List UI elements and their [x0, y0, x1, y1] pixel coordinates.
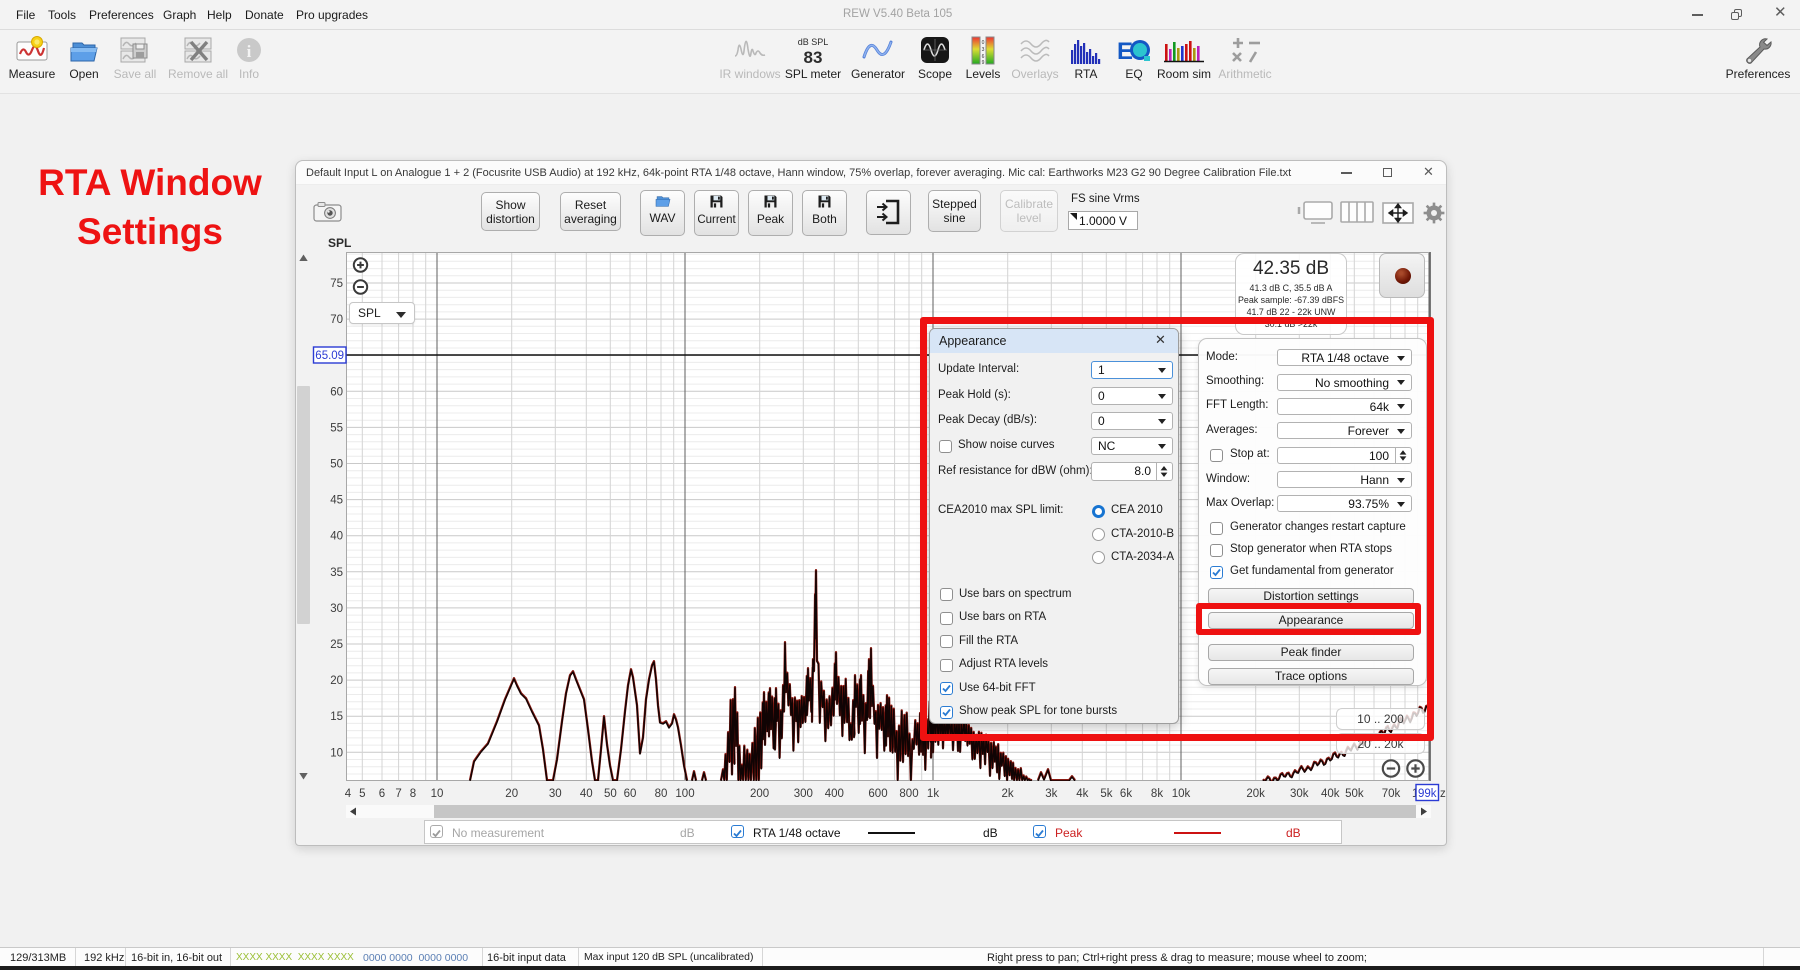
svg-text:10: 10 — [431, 788, 444, 800]
svg-text:20: 20 — [505, 788, 518, 800]
svg-text:55: 55 — [330, 422, 343, 434]
svg-text:60: 60 — [624, 788, 637, 800]
svg-text:30: 30 — [330, 603, 343, 615]
svg-text:70k: 70k — [1382, 788, 1401, 800]
svg-text:20: 20 — [330, 675, 343, 687]
svg-text:75: 75 — [330, 278, 343, 290]
svg-text:4: 4 — [345, 788, 352, 800]
svg-text:300: 300 — [794, 788, 813, 800]
svg-text:5k: 5k — [1100, 788, 1112, 800]
svg-text:15: 15 — [330, 711, 343, 723]
svg-text:40: 40 — [580, 788, 593, 800]
svg-text:99k: 99k — [1418, 788, 1437, 800]
svg-text:20k: 20k — [1246, 788, 1265, 800]
svg-text:600: 600 — [868, 788, 887, 800]
svg-text:800: 800 — [899, 788, 918, 800]
svg-text:25: 25 — [330, 639, 343, 651]
svg-text:3k: 3k — [1045, 788, 1057, 800]
svg-text:35: 35 — [330, 567, 343, 579]
svg-text:5: 5 — [359, 788, 365, 800]
svg-text:7: 7 — [395, 788, 401, 800]
svg-text:1k: 1k — [927, 788, 939, 800]
svg-text:80: 80 — [655, 788, 668, 800]
svg-text:65.09: 65.09 — [315, 350, 344, 362]
svg-text:60: 60 — [330, 386, 343, 398]
svg-text:100: 100 — [675, 788, 694, 800]
svg-text:40k: 40k — [1321, 788, 1340, 800]
svg-text:8k: 8k — [1151, 788, 1163, 800]
svg-text:z: z — [1440, 788, 1446, 800]
svg-text:50: 50 — [330, 459, 343, 471]
svg-text:70: 70 — [330, 314, 343, 326]
svg-text:30k: 30k — [1290, 788, 1309, 800]
svg-text:6: 6 — [379, 788, 385, 800]
svg-text:40: 40 — [330, 531, 343, 543]
svg-text:50k: 50k — [1345, 788, 1364, 800]
svg-text:8: 8 — [410, 788, 416, 800]
svg-text:6k: 6k — [1120, 788, 1132, 800]
svg-text:400: 400 — [825, 788, 844, 800]
svg-text:45: 45 — [330, 495, 343, 507]
svg-text:2k: 2k — [1002, 788, 1014, 800]
svg-text:10: 10 — [330, 747, 343, 759]
svg-text:50: 50 — [604, 788, 617, 800]
svg-text:10k: 10k — [1172, 788, 1191, 800]
svg-text:200: 200 — [750, 788, 769, 800]
svg-text:30: 30 — [549, 788, 562, 800]
svg-text:4k: 4k — [1076, 788, 1088, 800]
